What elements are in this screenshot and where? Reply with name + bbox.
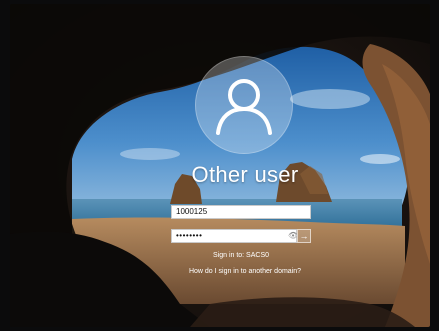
photo-frame: Other user 1000125 •••••••• 👁 → Sign in …	[0, 0, 439, 331]
username-title: Other user	[191, 162, 299, 187]
signin-to-label: Sign in to: SACS0	[212, 252, 270, 259]
user-avatar	[195, 56, 293, 154]
submit-arrow-button[interactable]: →	[297, 229, 311, 243]
password-field[interactable]: ••••••••	[171, 229, 297, 243]
username-field[interactable]: 1000125	[171, 205, 311, 219]
user-silhouette-icon	[216, 79, 272, 135]
lock-screen: Other user 1000125 •••••••• 👁 → Sign in …	[10, 4, 430, 327]
arrow-right-icon: →	[299, 231, 309, 241]
other-domain-link[interactable]: How do I sign in to another domain?	[150, 268, 340, 275]
